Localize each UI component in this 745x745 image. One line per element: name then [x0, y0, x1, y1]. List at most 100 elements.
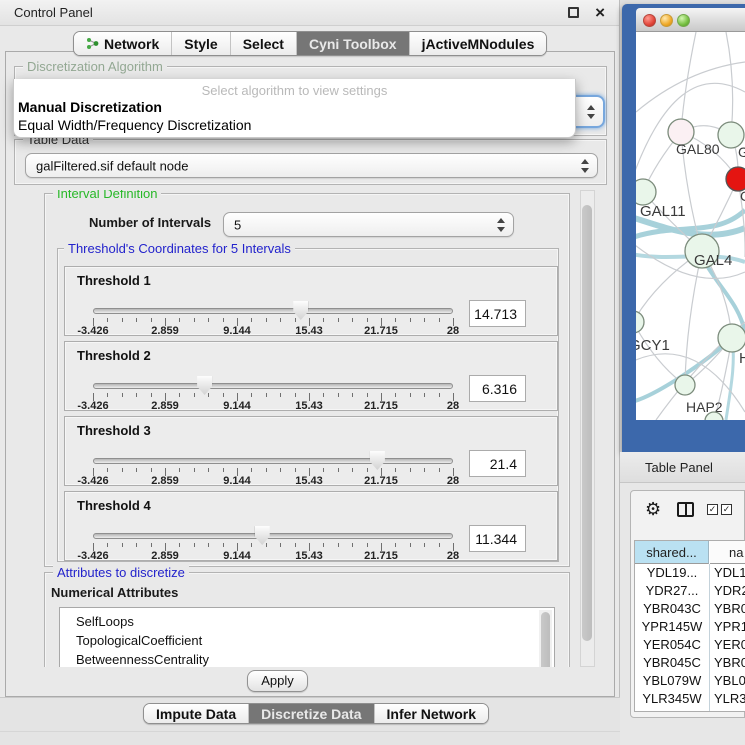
cell-shared-name: YER054C	[635, 636, 709, 654]
thresholds-group: Threshold's Coordinates for 5 Intervals …	[57, 248, 559, 562]
network-view-window[interactable]: GAL80GACGAL11GAL4GCY1HHAP2	[622, 4, 745, 452]
group-title: Discretization Algorithm	[23, 59, 167, 74]
network-node-h[interactable]	[718, 324, 745, 352]
minor-tick	[266, 468, 267, 472]
table-row[interactable]: YIL052CYIL0	[635, 708, 745, 712]
table-row[interactable]: YBR045CYBR0	[635, 654, 745, 672]
tab-discretize-data[interactable]: Discretize Data	[249, 704, 374, 723]
mac-close-icon[interactable]	[643, 14, 656, 27]
split-columns-icon[interactable]	[677, 502, 694, 517]
cell-shared-name: YPR145W	[635, 618, 709, 636]
minor-tick	[338, 543, 339, 547]
threshold-value-field[interactable]: 21.4	[469, 450, 526, 477]
threshold-value-field[interactable]: 11.344	[469, 525, 526, 552]
list-scrollbar[interactable]	[539, 610, 552, 667]
attribute-item-selfloops[interactable]: SelfLoops	[76, 612, 134, 631]
table-data-combobox[interactable]: galFiltered.sif default node	[25, 153, 598, 178]
minor-tick	[338, 318, 339, 322]
threshold-panel-1: Threshold 1-3.4262.8599.14415.4321.71528…	[64, 266, 558, 336]
control-panel: Control Panel × NetworkStyleSelectCyni T…	[0, 0, 620, 745]
tab-select[interactable]: Select	[231, 32, 297, 55]
cell-shared-name: YBR045C	[635, 654, 709, 672]
tick-label: -3.426	[77, 475, 108, 487]
tab-infer-network[interactable]: Infer Network	[375, 704, 488, 723]
table-row[interactable]: YDL19...YDL1	[635, 564, 745, 582]
slider-tick-labels: -3.4262.8599.14415.4321.71528	[93, 400, 453, 412]
table-row[interactable]: YER054CYER0	[635, 636, 745, 654]
list-scrollbar-thumb[interactable]	[541, 612, 550, 667]
network-node-hap2[interactable]	[675, 375, 695, 395]
float-window-icon[interactable]	[568, 7, 579, 18]
slider-tick-labels: -3.4262.8599.14415.4321.71528	[93, 550, 453, 562]
mac-zoom-icon[interactable]	[677, 14, 690, 27]
table-row[interactable]: YBL079WYBL0	[635, 672, 745, 690]
tab-impute-data[interactable]: Impute Data	[144, 704, 249, 723]
tick-label: 28	[447, 475, 459, 487]
minor-tick	[367, 468, 368, 472]
minor-tick	[223, 468, 224, 472]
number-of-intervals-combobox[interactable]: 5	[223, 212, 514, 237]
minor-tick	[439, 468, 440, 472]
minor-tick	[323, 393, 324, 397]
slider-track[interactable]	[93, 458, 453, 464]
minor-tick	[266, 318, 267, 322]
checkbox-icon[interactable]: ✓	[721, 504, 732, 515]
panel-title: Control Panel	[14, 5, 93, 20]
attribute-item-topologicalcoefficient[interactable]: TopologicalCoefficient	[76, 631, 202, 650]
minor-tick	[410, 543, 411, 547]
slider-track[interactable]	[93, 308, 453, 314]
network-node-gcy1[interactable]	[636, 311, 644, 333]
minor-tick	[208, 393, 209, 397]
apply-button[interactable]: Apply	[247, 670, 308, 692]
tab-style[interactable]: Style	[172, 32, 230, 55]
table-row[interactable]: YBR043CYBR0	[635, 600, 745, 618]
threshold-value-field[interactable]: 6.316	[469, 375, 526, 402]
tick-label: 2.859	[151, 325, 179, 337]
cell-name: YIL0	[714, 708, 741, 712]
tab-cyni-toolbox[interactable]: Cyni Toolbox	[297, 32, 410, 55]
cell-name: YPR1	[714, 618, 745, 636]
tab-network[interactable]: Network	[74, 32, 172, 55]
tick-label: 21.715	[364, 475, 398, 487]
numerical-attributes-list[interactable]: SelfLoopsTopologicalCoefficientBetweenne…	[59, 607, 555, 667]
close-icon[interactable]: ×	[595, 2, 605, 24]
node-label: GCY1	[636, 337, 670, 354]
dropdown-option-equal-width-frequency-discretization[interactable]: Equal Width/Frequency Discretization	[18, 117, 573, 133]
minor-tick	[280, 468, 281, 472]
table-row[interactable]: YDR27...YDR2	[635, 582, 745, 600]
gear-icon[interactable]: ⚙	[645, 500, 661, 518]
table-row[interactable]: YLR345WYLR3	[635, 690, 745, 708]
cell-shared-name: YBR043C	[635, 600, 709, 618]
threshold-panel-3: Threshold 3-3.4262.8599.14415.4321.71528…	[64, 416, 558, 486]
main-scrollbar-thumb[interactable]	[582, 205, 592, 641]
minor-tick	[367, 543, 368, 547]
node-table[interactable]: shared... na YDL19...YDL1YDR27...YDR2YBR…	[634, 540, 745, 712]
column-header-name[interactable]: na	[710, 541, 745, 564]
node-label: C	[740, 188, 745, 204]
minor-tick	[424, 543, 425, 547]
tick-label: 15.43	[295, 475, 323, 487]
threshold-value-field[interactable]: 14.713	[469, 300, 526, 327]
attribute-item-betweennesscentrality[interactable]: BetweennessCentrality	[76, 650, 209, 667]
dropdown-prompt: Select algorithm to view settings	[14, 83, 575, 98]
tab-jactivemnodules[interactable]: jActiveMNodules	[410, 32, 547, 55]
table-row[interactable]: YPR145W YPR1	[635, 618, 745, 636]
column-header-shared-name[interactable]: shared...	[635, 541, 709, 564]
network-nodes: GAL80GACGAL11GAL4GCY1HHAP2	[636, 119, 745, 420]
network-canvas[interactable]: GAL80GACGAL11GAL4GCY1HHAP2	[636, 32, 745, 420]
network-edges	[636, 32, 745, 420]
slider-track[interactable]	[93, 533, 453, 539]
slider-track[interactable]	[93, 383, 453, 389]
tick-label: 28	[447, 400, 459, 412]
network-node-gal11[interactable]	[636, 179, 656, 205]
mac-minimize-icon[interactable]	[660, 14, 673, 27]
minor-tick	[439, 543, 440, 547]
minor-tick	[395, 543, 396, 547]
minor-tick	[107, 318, 108, 322]
network-window-titlebar[interactable]	[636, 8, 745, 32]
dropdown-option-manual-discretization[interactable]: Manual Discretization	[18, 99, 573, 115]
checkbox-icon[interactable]: ✓	[707, 504, 718, 515]
main-scrollbar[interactable]	[580, 190, 595, 667]
tab-label: Infer Network	[387, 706, 476, 722]
combo-stepper-icon	[587, 105, 596, 119]
